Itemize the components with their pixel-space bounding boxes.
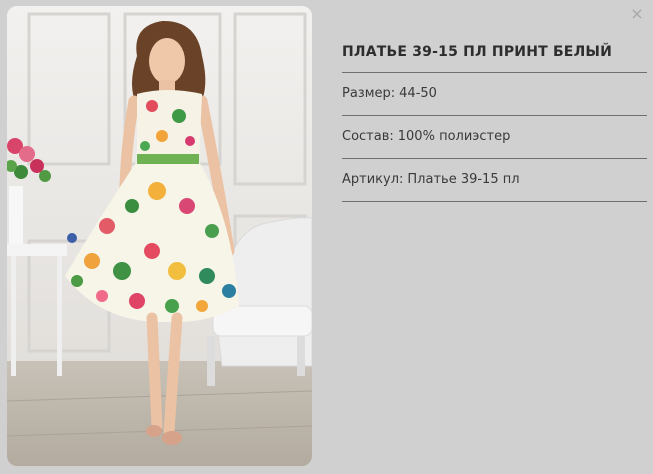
product-image [7,6,312,466]
detail-composition-label: Состав: [342,129,394,144]
detail-sku-value: Платье 39-15 пл [407,172,520,187]
product-info: ПЛАТЬЕ 39-15 ПЛ ПРИНТ БЕЛЫЙ Размер: 44-50… [342,44,647,202]
close-icon[interactable]: × [629,6,645,22]
detail-sku-label: Артикул: [342,172,404,187]
dress-photo [7,6,312,466]
product-quickview-modal: × ПЛАТЬЕ 39-15 ПЛ ПРИНТ БЕЛЫЙ Размер: 44… [0,0,653,474]
detail-size: Размер: 44-50 [342,73,647,116]
detail-composition: Состав: 100% полиэстер [342,116,647,159]
detail-sku: Артикул: Платье 39-15 пл [342,159,647,202]
detail-composition-value: 100% полиэстер [397,129,511,144]
detail-size-value: 44-50 [399,86,437,101]
detail-size-label: Размер: [342,86,396,101]
product-title: ПЛАТЬЕ 39-15 ПЛ ПРИНТ БЕЛЫЙ [342,44,647,73]
